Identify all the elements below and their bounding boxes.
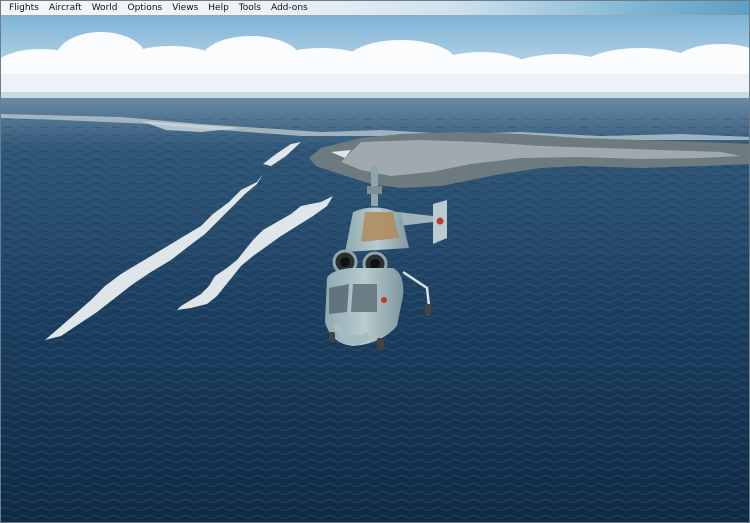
- 3d-scene-viewport[interactable]: [1, 16, 749, 522]
- menu-world[interactable]: World: [87, 1, 123, 15]
- landing-gear-wheel: [377, 338, 384, 350]
- menu-views[interactable]: Views: [167, 1, 203, 15]
- menu-add-ons[interactable]: Add-ons: [266, 1, 313, 15]
- cockpit-windows: [329, 284, 349, 314]
- tail-star-icon: [436, 217, 444, 225]
- menu-flights[interactable]: Flights: [1, 1, 44, 15]
- menu-aircraft[interactable]: Aircraft: [44, 1, 87, 15]
- menu-bar: Flights Aircraft World Options Views Hel…: [1, 1, 749, 16]
- flight-simulator-window: Flights Aircraft World Options Views Hel…: [0, 0, 750, 523]
- menu-help[interactable]: Help: [203, 1, 234, 15]
- menu-options[interactable]: Options: [122, 1, 167, 15]
- menu-tools[interactable]: Tools: [234, 1, 266, 15]
